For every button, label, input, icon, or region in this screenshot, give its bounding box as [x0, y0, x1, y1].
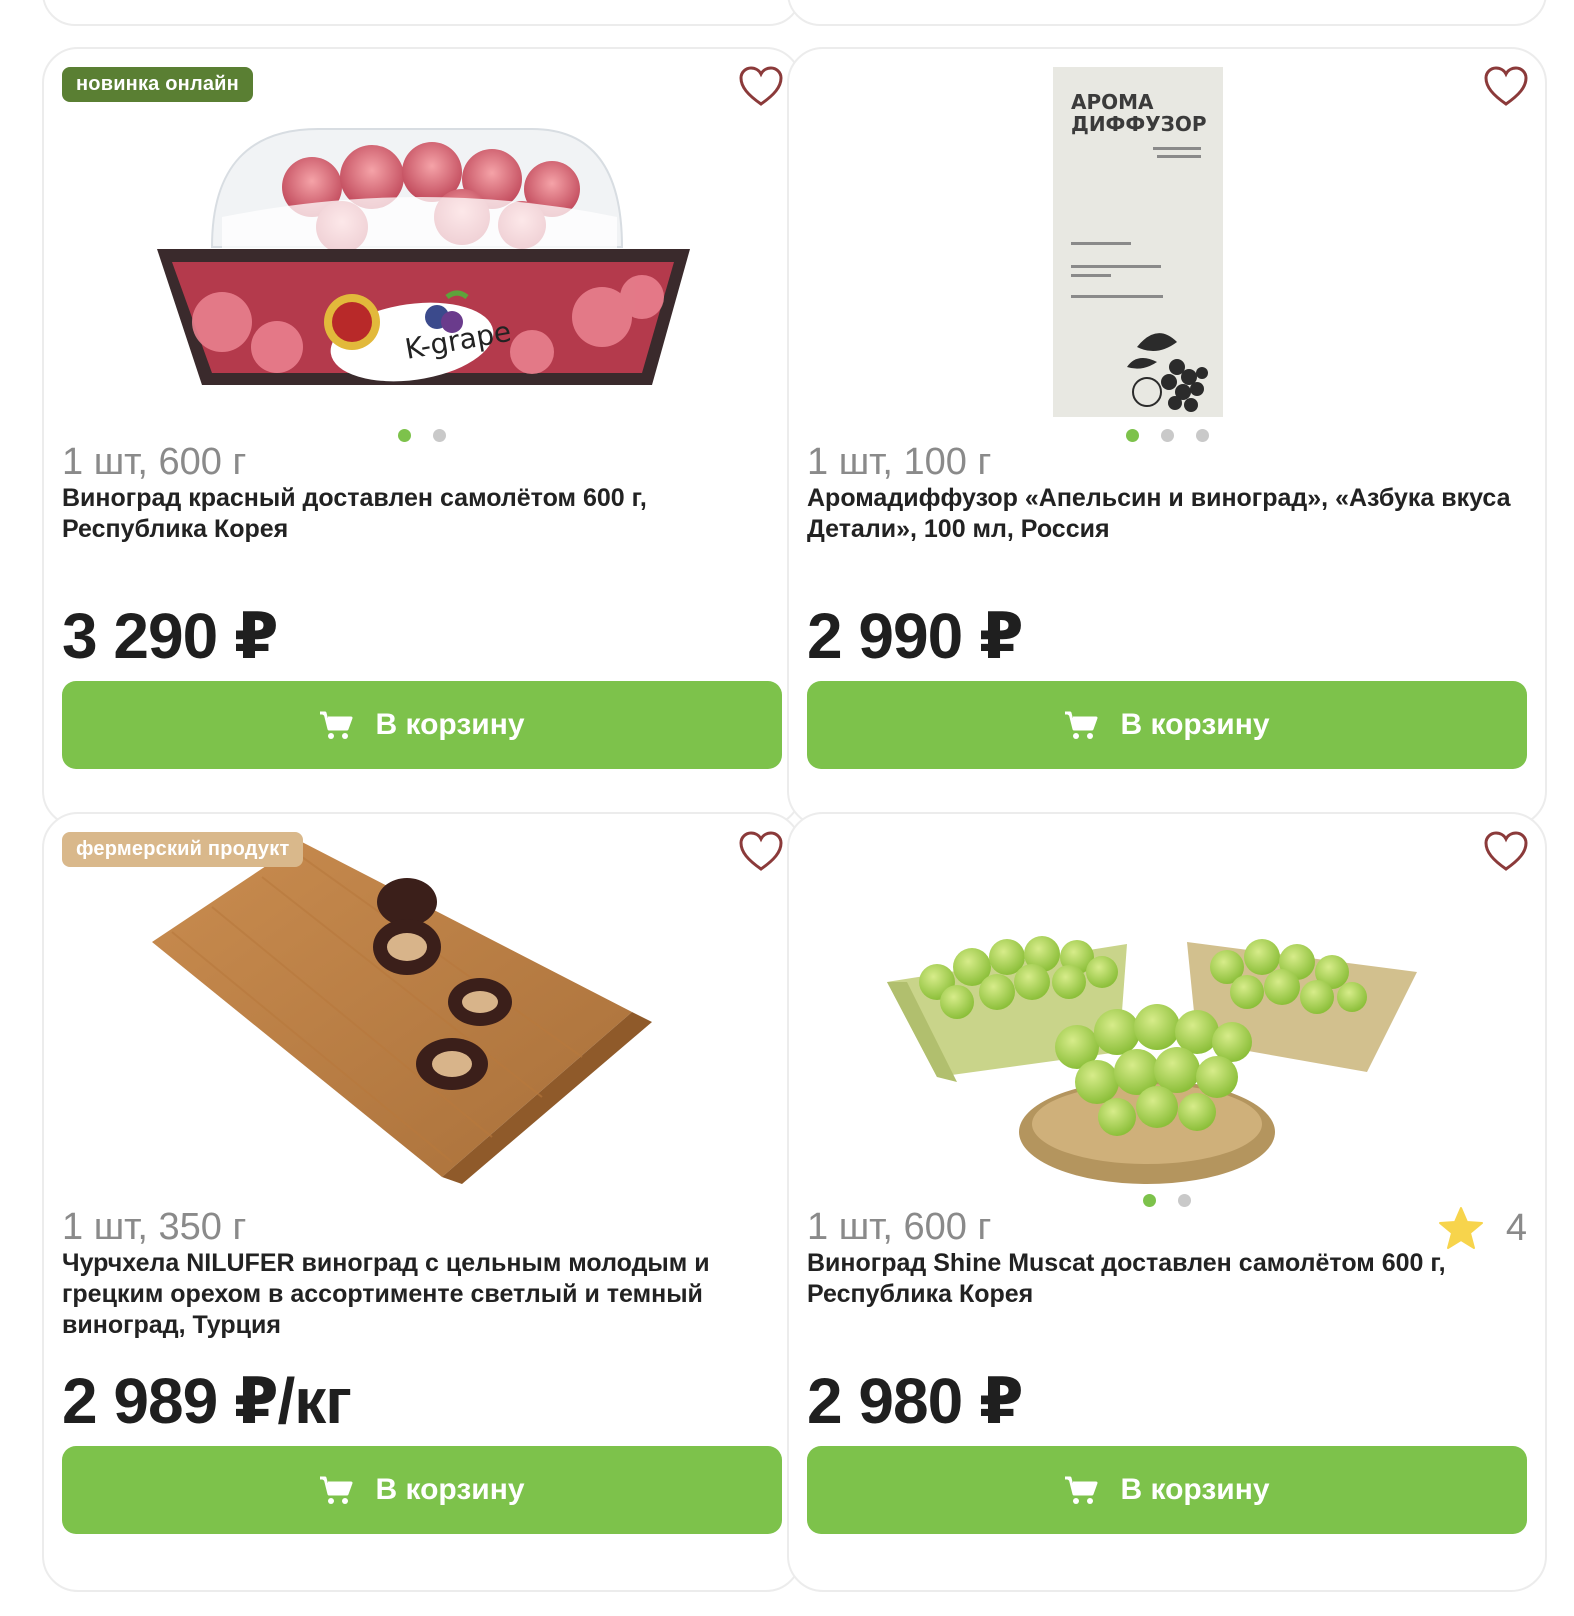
product-image[interactable]: [807, 832, 1527, 1194]
carousel-dot[interactable]: [1178, 1194, 1191, 1207]
product-card[interactable]: 1 шт, 600 г 4 Виноград Shine Muscat дост…: [787, 812, 1547, 1592]
carousel-dot[interactable]: [433, 429, 446, 442]
product-price: 2 980 ₽: [807, 1365, 1023, 1437]
diffuser-label-line2: ДИФФУЗОР: [1071, 112, 1207, 136]
product-price: 2 990 ₽: [807, 600, 1023, 672]
carousel-dot[interactable]: [1143, 1194, 1156, 1207]
cart-icon: [1065, 711, 1098, 739]
favorite-heart-icon[interactable]: [738, 830, 784, 872]
product-name[interactable]: Чурчхела NILUFER виноград с цельным моло…: [62, 1248, 782, 1341]
rating-value: 4: [1505, 1206, 1527, 1249]
product-name[interactable]: Виноград красный доставлен самолётом 600…: [62, 483, 782, 545]
new-online-badge: новинка онлайн: [62, 67, 253, 102]
cart-icon: [1065, 1476, 1098, 1504]
product-name[interactable]: Виноград Shine Muscat доставлен самолёто…: [807, 1248, 1527, 1310]
product-price: 3 290 ₽: [62, 600, 278, 672]
favorite-heart-icon[interactable]: [1483, 65, 1529, 107]
product-image[interactable]: АРОМА ДИФФУЗОР: [807, 67, 1527, 429]
carousel-dot[interactable]: [1195, 429, 1209, 442]
add-to-cart-button[interactable]: В корзину: [62, 1446, 782, 1534]
favorite-heart-icon[interactable]: [738, 65, 784, 107]
product-weight: 1 шт, 600 г: [807, 1206, 992, 1248]
add-to-cart-button[interactable]: В корзину: [807, 1446, 1527, 1534]
cart-icon: [320, 1476, 353, 1504]
favorite-heart-icon[interactable]: [1483, 830, 1529, 872]
star-icon: [1438, 1207, 1483, 1249]
product-image[interactable]: [62, 832, 782, 1194]
previous-card-stub-left: [42, 0, 802, 26]
product-card[interactable]: K-grape новинка онлайн 1 шт, 600 г Виног…: [42, 47, 802, 827]
add-to-cart-label: В корзину: [1120, 1473, 1270, 1506]
previous-card-stub-right: [787, 0, 1547, 26]
diffuser-label-line1: АРОМА: [1071, 90, 1154, 114]
carousel-dot[interactable]: [398, 429, 411, 442]
add-to-cart-button[interactable]: В корзину: [807, 681, 1527, 769]
add-to-cart-label: В корзину: [375, 708, 525, 741]
cart-icon: [320, 711, 353, 739]
add-to-cart-label: В корзину: [1120, 708, 1270, 741]
product-rating: 4: [1438, 1206, 1527, 1250]
product-name[interactable]: Аромадиффузор «Апельсин и виноград», «Аз…: [807, 483, 1527, 545]
product-weight: 1 шт, 100 г: [807, 441, 992, 483]
farm-product-badge: фермерский продукт: [62, 832, 304, 867]
carousel-dot[interactable]: [1160, 429, 1174, 442]
carousel-dot[interactable]: [1125, 429, 1139, 442]
add-to-cart-button[interactable]: В корзину: [62, 681, 782, 769]
product-weight: 1 шт, 350 г: [62, 1206, 247, 1248]
add-to-cart-label: В корзину: [375, 1473, 525, 1506]
product-weight: 1 шт, 600 г: [62, 441, 247, 483]
product-card[interactable]: АРОМА ДИФФУЗОР 1 шт, 100 г Аромадиффузор…: [787, 47, 1547, 827]
product-price: 2 989 ₽/кг: [62, 1365, 352, 1437]
product-image[interactable]: K-grape: [62, 67, 782, 429]
product-card[interactable]: фермерский продукт 1 шт, 350 г Чурчхела …: [42, 812, 802, 1592]
